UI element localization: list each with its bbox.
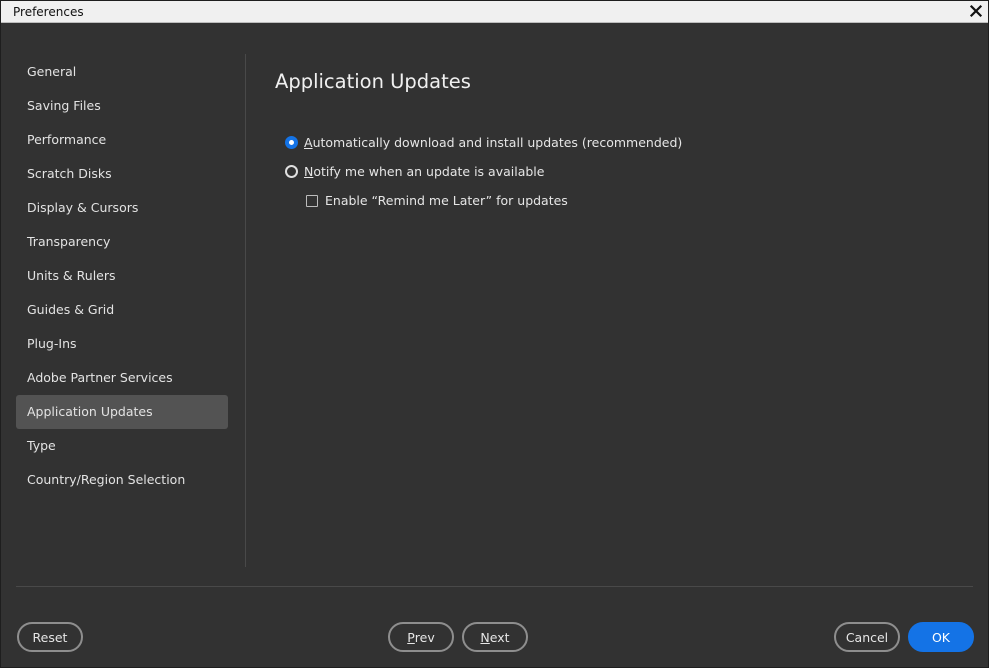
auto-install-radio[interactable] xyxy=(285,136,298,149)
sidebar-item-units-rulers[interactable]: Units & Rulers xyxy=(16,259,228,293)
remind-later-checkbox[interactable] xyxy=(306,194,318,207)
sidebar-item-country-region[interactable]: Country/Region Selection xyxy=(16,463,228,497)
sidebar-item-saving-files[interactable]: Saving Files xyxy=(16,89,228,123)
ok-button[interactable]: OK xyxy=(908,622,974,652)
sidebar-item-display-cursors[interactable]: Display & Cursors xyxy=(16,191,228,225)
sidebar-item-performance[interactable]: Performance xyxy=(16,123,228,157)
footer-divider xyxy=(16,586,973,587)
next-label: ext xyxy=(489,629,510,645)
auto-install-option[interactable]: Automatically download and install updat… xyxy=(285,135,682,150)
auto-install-label: Automatically download and install updat… xyxy=(304,135,683,150)
sidebar-item-plug-ins[interactable]: Plug-Ins xyxy=(16,327,228,361)
next-button[interactable]: Next xyxy=(462,622,528,652)
notify-label: Notify me when an update is available xyxy=(304,164,545,179)
notify-radio[interactable] xyxy=(285,165,298,178)
preferences-dialog: Preferences General Saving Files Perform… xyxy=(0,0,989,668)
sidebar-item-general[interactable]: General xyxy=(16,55,228,89)
prev-label: rev xyxy=(414,629,435,645)
close-icon xyxy=(969,4,983,18)
cancel-button[interactable]: Cancel xyxy=(834,622,900,652)
sidebar-item-guides-grid[interactable]: Guides & Grid xyxy=(16,293,228,327)
sidebar-item-application-updates[interactable]: Application Updates xyxy=(16,395,228,429)
section-title: Application Updates xyxy=(275,70,471,93)
sidebar-item-adobe-partner-services[interactable]: Adobe Partner Services xyxy=(16,361,228,395)
prev-button[interactable]: Prev xyxy=(388,622,454,652)
next-mnemonic: N xyxy=(480,629,490,645)
sidebar-item-type[interactable]: Type xyxy=(16,429,228,463)
sidebar-item-transparency[interactable]: Transparency xyxy=(16,225,228,259)
sidebar-item-scratch-disks[interactable]: Scratch Disks xyxy=(16,157,228,191)
sidebar: General Saving Files Performance Scratch… xyxy=(16,55,228,497)
window-title: Preferences xyxy=(13,5,84,19)
remind-later-label: Enable “Remind me Later” for updates xyxy=(325,193,568,208)
reset-button[interactable]: Reset xyxy=(17,622,83,652)
sidebar-divider xyxy=(245,54,246,567)
prev-mnemonic: P xyxy=(407,629,415,645)
title-bar: Preferences xyxy=(1,1,988,23)
remind-later-option[interactable]: Enable “Remind me Later” for updates xyxy=(306,193,568,208)
notify-option[interactable]: Notify me when an update is available xyxy=(285,164,544,179)
close-button[interactable] xyxy=(967,2,985,20)
